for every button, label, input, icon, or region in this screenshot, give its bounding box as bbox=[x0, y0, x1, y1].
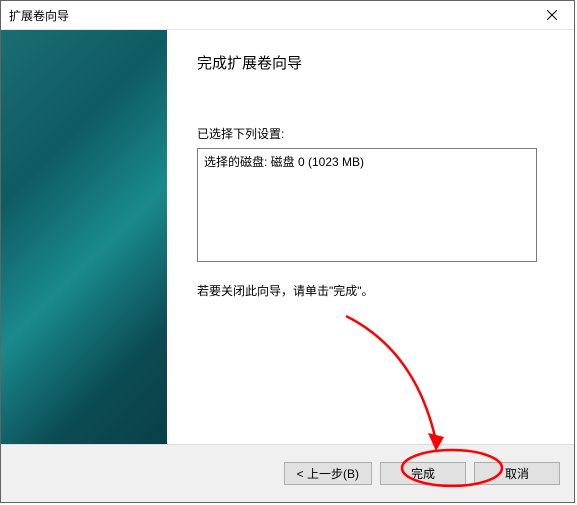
dialog-footer: < 上一步(B) 完成 取消 bbox=[1, 444, 574, 502]
wizard-content: 完成扩展卷向导 已选择下列设置: 选择的磁盘: 磁盘 0 (1023 MB) 若… bbox=[167, 30, 574, 444]
wizard-sidebar-image bbox=[1, 30, 167, 444]
close-icon bbox=[547, 10, 557, 20]
page-heading: 完成扩展卷向导 bbox=[197, 52, 544, 73]
settings-item: 选择的磁盘: 磁盘 0 (1023 MB) bbox=[204, 153, 530, 170]
back-button[interactable]: < 上一步(B) bbox=[284, 462, 372, 485]
settings-label: 已选择下列设置: bbox=[197, 125, 544, 142]
finish-button[interactable]: 完成 bbox=[380, 462, 466, 485]
settings-listbox[interactable]: 选择的磁盘: 磁盘 0 (1023 MB) bbox=[197, 148, 537, 262]
close-instruction: 若要关闭此向导，请单击"完成"。 bbox=[197, 282, 544, 299]
close-button[interactable] bbox=[530, 1, 574, 29]
window-title: 扩展卷向导 bbox=[1, 7, 69, 24]
wizard-dialog: 扩展卷向导 完成扩展卷向导 已选择下列设置: 选择的磁盘: 磁盘 0 (1023… bbox=[0, 0, 575, 503]
titlebar: 扩展卷向导 bbox=[1, 1, 574, 30]
cancel-button[interactable]: 取消 bbox=[474, 462, 560, 485]
dialog-body: 完成扩展卷向导 已选择下列设置: 选择的磁盘: 磁盘 0 (1023 MB) 若… bbox=[1, 30, 574, 444]
